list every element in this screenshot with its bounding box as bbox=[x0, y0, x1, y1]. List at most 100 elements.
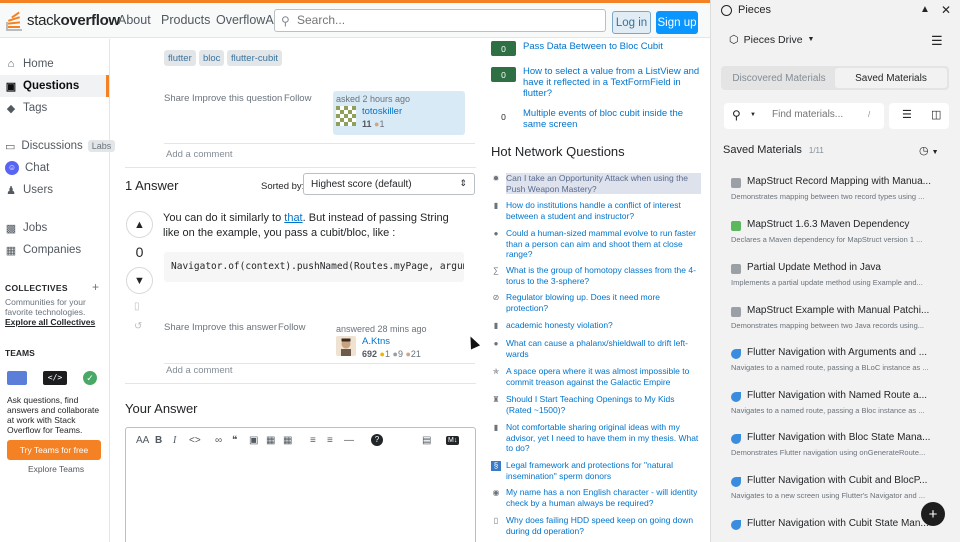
hnq-link[interactable]: What is the group of homotopy classes fr… bbox=[506, 265, 701, 286]
sidebar-item-home[interactable]: ⌂ Home bbox=[0, 53, 109, 75]
sidebar-item-tags[interactable]: ◆ Tags bbox=[0, 97, 109, 119]
sidebar-item-chat[interactable]: ☺ Chat bbox=[0, 157, 109, 179]
explore-collectives-link[interactable]: Explore all Collectives bbox=[5, 317, 95, 327]
tag-flutter[interactable]: flutter bbox=[164, 50, 196, 66]
chevron-down-icon[interactable]: ▼ bbox=[750, 112, 756, 118]
saved-material-item[interactable]: Flutter Navigation with Cubit State Man.… bbox=[723, 517, 949, 542]
explore-teams-link[interactable]: Explore Teams bbox=[28, 464, 84, 474]
hnq-link[interactable]: Could a human-sized mammal evolve to run… bbox=[506, 228, 701, 260]
add-comment-question[interactable]: Add a comment bbox=[166, 149, 233, 160]
answer-link[interactable]: that bbox=[284, 212, 302, 224]
tab-discovered-materials[interactable]: Discovered Materials bbox=[723, 68, 835, 88]
improve-answer-link[interactable]: Improve this answer bbox=[192, 322, 277, 333]
hnq-link[interactable]: My name has a non English character - wi… bbox=[506, 487, 701, 508]
question-owner-name[interactable]: totoskiller bbox=[362, 106, 402, 117]
nav-overflowai[interactable]: OverflowAI bbox=[216, 13, 277, 27]
hot-network-questions-heading: Hot Network Questions bbox=[491, 144, 625, 159]
sort-select[interactable]: Highest score (default) ⇕ bbox=[303, 173, 475, 195]
sidebar-item-jobs[interactable]: ▩ Jobs bbox=[0, 217, 109, 239]
saved-material-item[interactable]: Flutter Navigation with Bloc State Mana.… bbox=[723, 431, 949, 469]
saved-material-item[interactable]: Flutter Navigation with Arguments and ..… bbox=[723, 346, 949, 384]
hnq-link[interactable]: Not comfortable sharing original ideas w… bbox=[506, 422, 701, 454]
hnq-link[interactable]: What can cause a phalanx/shieldwall to d… bbox=[506, 338, 701, 359]
help-icon[interactable]: ? bbox=[371, 434, 383, 446]
history-icon[interactable]: ↺ bbox=[134, 321, 142, 332]
answer-owner-name[interactable]: A.Ktns bbox=[362, 336, 390, 347]
materials-search-input[interactable] bbox=[772, 109, 862, 120]
add-comment-answer[interactable]: Add a comment bbox=[166, 365, 233, 376]
hnq-link[interactable]: Can I take an Opportunity Attack when us… bbox=[506, 173, 701, 194]
saved-material-item[interactable]: MapStruct 1.6.3 Maven Dependency Declares… bbox=[723, 218, 949, 256]
avatar[interactable] bbox=[336, 106, 356, 126]
add-material-button[interactable]: + bbox=[921, 502, 945, 526]
pieces-drive-selector[interactable]: ⬡ Pieces Drive ▼ bbox=[729, 33, 814, 47]
hnq-link[interactable]: A space opera where it was almost imposs… bbox=[506, 366, 701, 387]
avatar[interactable] bbox=[336, 336, 356, 356]
tag-flutter-cubit[interactable]: flutter-cubit bbox=[227, 50, 282, 66]
nav-about[interactable]: About bbox=[118, 13, 151, 27]
close-icon[interactable]: ✕ bbox=[941, 3, 951, 17]
saved-material-item[interactable]: Partial Update Method in Java Implements … bbox=[723, 261, 949, 299]
collectives-heading: COLLECTIVES bbox=[5, 283, 68, 293]
heading-icon[interactable]: AA bbox=[136, 435, 149, 446]
list-view-icon[interactable]: ☰ bbox=[902, 108, 912, 121]
follow-question-link[interactable]: Follow bbox=[284, 93, 311, 104]
sidebar-item-companies[interactable]: ▦ Companies bbox=[0, 239, 109, 261]
sidebar-item-questions[interactable]: ▣ Questions bbox=[0, 75, 109, 97]
rich-text-toggle-icon[interactable]: ▤ bbox=[422, 435, 431, 446]
italic-icon[interactable]: I bbox=[173, 435, 176, 446]
code-icon[interactable]: <> bbox=[189, 435, 201, 446]
stackoverflow-logo[interactable]: stackoverflow bbox=[6, 9, 120, 31]
related-question-link[interactable]: Pass Data Between to Bloc Cubit bbox=[523, 41, 701, 52]
ordered-list-icon[interactable]: ≡ bbox=[310, 435, 316, 446]
related-question-link[interactable]: Multiple events of bloc cubit inside the… bbox=[523, 108, 701, 130]
upvote-button[interactable]: ▲ bbox=[126, 211, 153, 238]
quote-icon[interactable]: ❝ bbox=[232, 435, 237, 446]
sort-by-time-icon[interactable]: ◷ ▼ bbox=[919, 144, 939, 157]
site-icon: ∑ bbox=[493, 266, 499, 275]
share-question-link[interactable]: Share bbox=[164, 93, 189, 104]
hnq-link[interactable]: Regulator blowing up. Does it need more … bbox=[506, 292, 701, 313]
hnq-link[interactable]: How do institutions handle a conflict of… bbox=[506, 200, 701, 221]
tab-saved-materials[interactable]: Saved Materials bbox=[835, 68, 947, 88]
bookmark-icon[interactable]: ▯ bbox=[134, 301, 140, 312]
nav-products[interactable]: Products bbox=[161, 13, 210, 27]
search-input[interactable] bbox=[297, 13, 597, 27]
hnq-link[interactable]: academic honesty violation? bbox=[506, 320, 701, 331]
downvote-button[interactable]: ▼ bbox=[126, 267, 153, 294]
bullet-list-icon[interactable]: ≡ bbox=[327, 435, 333, 446]
image-icon[interactable]: ▦ bbox=[266, 435, 275, 446]
carousel-view-icon[interactable]: ◫ bbox=[931, 108, 941, 121]
pieces-title: Pieces bbox=[721, 4, 771, 16]
saved-material-item[interactable]: Flutter Navigation with Cubit and BlocP.… bbox=[723, 474, 949, 512]
sidebar-item-discussions[interactable]: ▭ Discussions Labs bbox=[0, 135, 116, 157]
horizontal-rule-icon[interactable]: — bbox=[344, 435, 354, 446]
hamburger-menu-icon[interactable]: ☰ bbox=[931, 33, 943, 49]
materials-search[interactable]: ⚲ ▼ / bbox=[724, 103, 884, 129]
sidebar-item-users[interactable]: ♟ Users bbox=[0, 179, 109, 201]
related-question-link[interactable]: How to select a value from a ListView an… bbox=[523, 66, 701, 99]
hnq-link[interactable]: Why does failing HDD speed keep on going… bbox=[506, 515, 701, 536]
hnq-link[interactable]: Should I Start Teaching Openings to My K… bbox=[506, 394, 701, 415]
code-block-icon[interactable]: ▣ bbox=[249, 435, 258, 446]
markdown-toggle-icon[interactable]: M↓ bbox=[446, 435, 460, 445]
pin-icon[interactable]: ▲ bbox=[920, 4, 930, 15]
answer-editor[interactable]: AA B I <> ∞ ❝ ▣ ▦ ▦ ≡ ≡ — ? ▤ M↓ bbox=[125, 427, 476, 542]
tag-bloc[interactable]: bloc bbox=[199, 50, 225, 66]
signup-button[interactable]: Sign up bbox=[656, 11, 698, 34]
link-icon[interactable]: ∞ bbox=[215, 435, 222, 446]
share-answer-link[interactable]: Share bbox=[164, 322, 189, 333]
improve-question-link[interactable]: Improve this question bbox=[192, 93, 282, 104]
site-icon: ♜ bbox=[492, 395, 500, 404]
search-box[interactable]: ⚲ bbox=[274, 9, 606, 32]
try-teams-button[interactable]: Try Teams for free bbox=[7, 440, 101, 460]
add-collective-icon[interactable]: + bbox=[92, 280, 99, 294]
bold-icon[interactable]: B bbox=[155, 435, 162, 446]
saved-material-item[interactable]: Flutter Navigation with Named Route a...… bbox=[723, 389, 949, 427]
saved-material-item[interactable]: MapStruct Example with Manual Patchi... D… bbox=[723, 304, 949, 342]
follow-answer-link[interactable]: Follow bbox=[278, 322, 305, 333]
login-button[interactable]: Log in bbox=[612, 11, 651, 34]
saved-material-item[interactable]: MapStruct Record Mapping with Manua... De… bbox=[723, 175, 949, 213]
hnq-link[interactable]: Legal framework and protections for "nat… bbox=[506, 460, 701, 481]
table-icon[interactable]: ▦ bbox=[283, 435, 292, 446]
